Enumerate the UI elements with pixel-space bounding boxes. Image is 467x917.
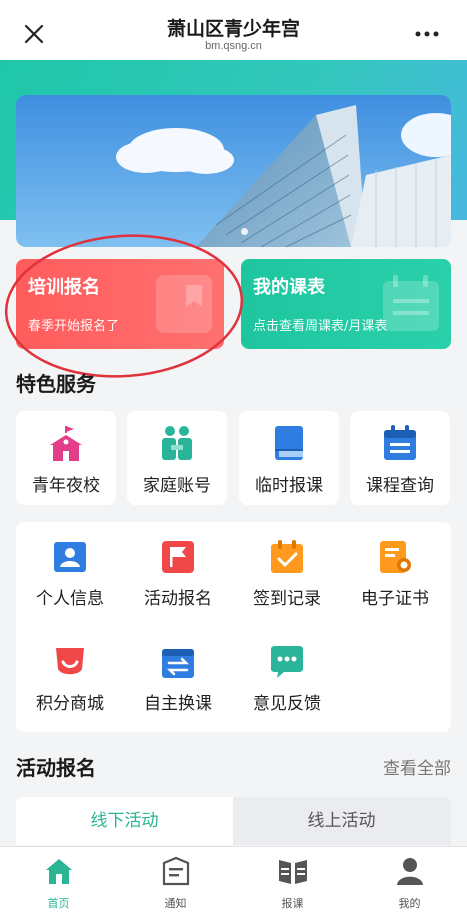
activity-tabs: 线下活动 线上活动	[16, 797, 451, 845]
calendar-icon	[384, 425, 416, 460]
highlight-circle	[4, 234, 244, 378]
featured-section-title: 特色服务	[16, 372, 96, 396]
service-e-certificate[interactable]: 电子证书	[341, 522, 449, 612]
id-card-icon	[54, 542, 86, 572]
service-label: 活动报名	[144, 589, 212, 609]
timetable-icon	[383, 275, 439, 331]
home-icon	[45, 859, 72, 884]
nav-label: 我的	[398, 897, 421, 910]
feature-label: 课程查询	[366, 476, 434, 496]
nav-notice[interactable]: 通知	[117, 853, 234, 913]
nav-home[interactable]: 首页	[0, 853, 117, 913]
service-label: 意见反馈	[253, 694, 321, 714]
feedback-icon	[271, 646, 303, 678]
service-label: 签到记录	[253, 589, 321, 609]
feature-night-school[interactable]: 青年夜校	[16, 411, 116, 505]
nav-mine[interactable]: 我的	[351, 853, 467, 913]
page-domain: bm.qsng.cn	[205, 40, 262, 52]
service-points-mall[interactable]: 积分商城	[16, 627, 124, 717]
checkin-calendar-icon	[271, 540, 303, 573]
certificate-icon	[380, 541, 411, 573]
service-label: 个人信息	[36, 589, 104, 609]
service-checkin-record[interactable]: 签到记录	[233, 522, 341, 612]
feature-label: 青年夜校	[32, 476, 100, 496]
bottom-nav: 首页 通知 报课 我的	[0, 846, 467, 917]
service-label: 积分商城	[36, 694, 104, 714]
tab-offline[interactable]: 线下活动	[16, 797, 233, 845]
mall-icon	[56, 648, 84, 675]
nav-label: 首页	[47, 897, 70, 910]
nav-label: 通知	[164, 897, 187, 910]
more-icon[interactable]	[413, 22, 441, 46]
my-schedule-card[interactable]: 我的课表 点击查看周课表/月课表	[241, 259, 451, 349]
feature-course-query[interactable]: 课程查询	[350, 411, 450, 505]
feature-family-account[interactable]: 家庭账号	[127, 411, 227, 505]
book-icon	[275, 426, 303, 460]
page-title: 萧山区青少年宫	[166, 18, 300, 40]
service-grid: 个人信息 活动报名 签到记录 电子证书 积分商城 自主换课 意见反馈	[16, 522, 451, 732]
service-personal-info[interactable]: 个人信息	[16, 522, 124, 612]
nav-course[interactable]: 报课	[234, 853, 351, 913]
school-icon	[50, 426, 82, 461]
nav-label: 报课	[281, 897, 304, 910]
top-bar: 萧山区青少年宫 bm.qsng.cn	[0, 0, 467, 60]
service-feedback[interactable]: 意见反馈	[233, 627, 341, 717]
notice-icon	[162, 856, 189, 886]
feature-label: 家庭账号	[143, 476, 211, 496]
feature-label: 临时报课	[255, 476, 323, 496]
see-all-link[interactable]: 查看全部	[383, 754, 451, 779]
service-self-swap-course[interactable]: 自主换课	[124, 627, 232, 717]
user-icon	[396, 858, 423, 885]
course-icon	[278, 860, 307, 884]
tab-online[interactable]: 线上活动	[233, 797, 450, 845]
my-schedule-subtitle: 点击查看周课表/月课表	[253, 319, 388, 334]
service-label: 电子证书	[361, 589, 429, 609]
service-label: 自主换课	[144, 694, 212, 714]
family-icon	[162, 426, 192, 460]
my-schedule-title: 我的课表	[253, 277, 325, 298]
banner-image[interactable]	[16, 95, 451, 247]
activity-section-title: 活动报名	[16, 756, 96, 780]
flag-icon	[162, 541, 194, 573]
feature-temp-course[interactable]: 临时报课	[239, 411, 339, 505]
service-activity-signup[interactable]: 活动报名	[124, 522, 232, 612]
swap-icon	[162, 649, 194, 678]
